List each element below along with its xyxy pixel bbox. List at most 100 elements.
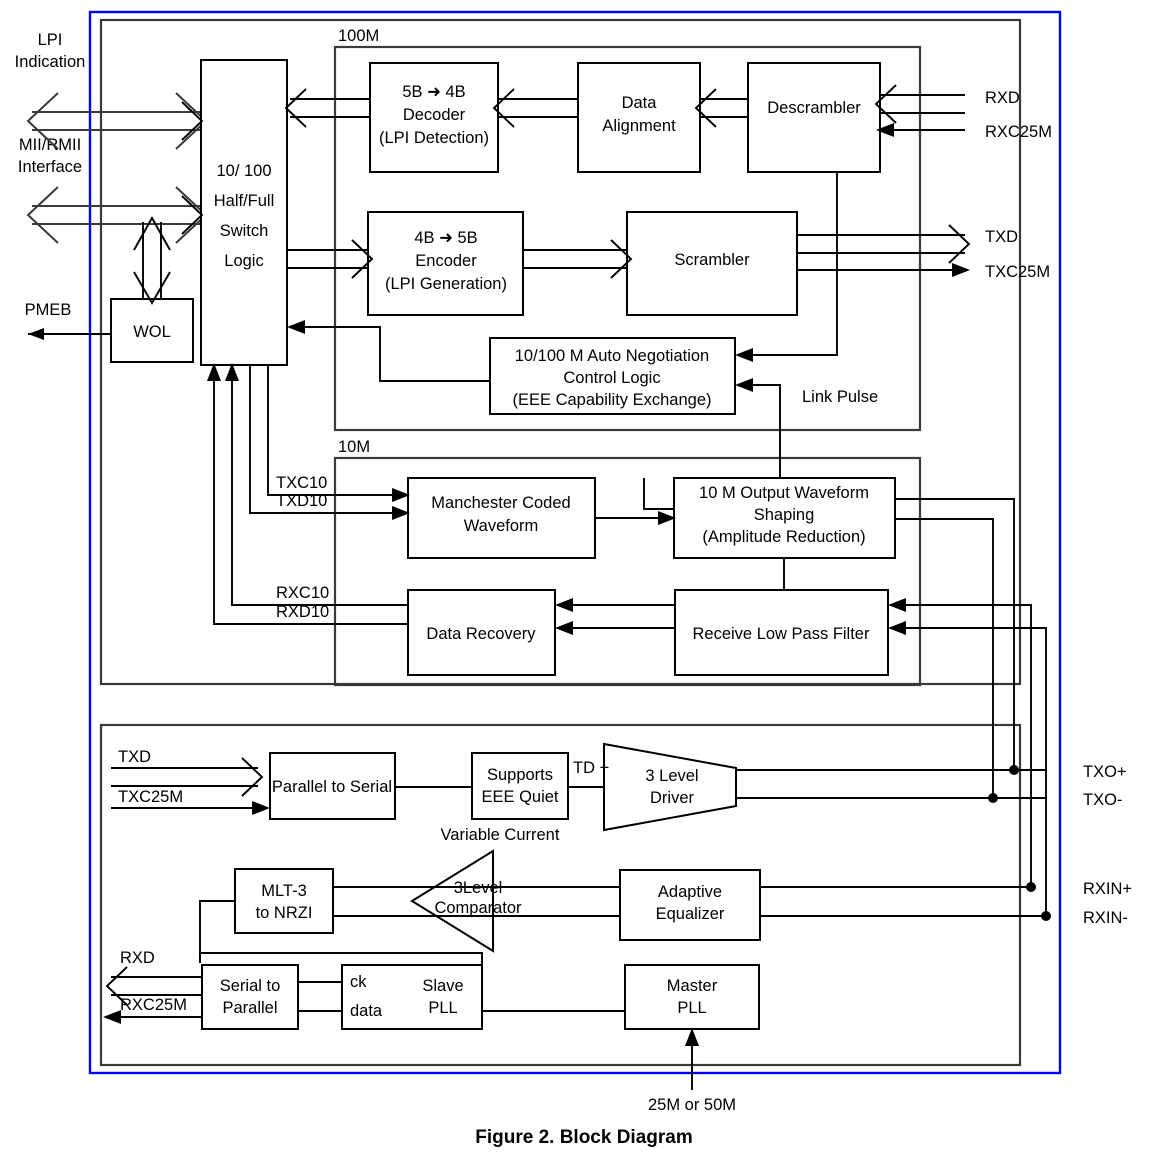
- block-auto-negotiation-line2: Control Logic: [563, 369, 660, 387]
- signal-label-rxd-top: RXD: [985, 89, 1020, 107]
- block-serial-to-parallel-line1: Serial to: [220, 977, 281, 995]
- wire-txo-minus-tap-to-shaping: [895, 518, 994, 798]
- label-10m: 10M: [338, 438, 370, 456]
- junction-dot-txo-plus: [1009, 765, 1019, 775]
- bus-descrambler-to-alignment: [694, 88, 748, 128]
- block-output-waveform-line3: (Amplitude Reduction): [702, 528, 865, 546]
- signal-label-rxc10: RXC10: [276, 584, 329, 602]
- block-eee-quiet-line2: EEE Quiet: [481, 788, 558, 806]
- block-manchester-line2: Waveform: [464, 517, 539, 535]
- wire-rxin-minus-tap-to-lpf: [888, 621, 1047, 916]
- port-label-pmeb: PMEB: [25, 301, 72, 319]
- block-descrambler: [747, 62, 881, 173]
- signal-label-rxc25m-bottom: RXC25M: [120, 996, 187, 1014]
- block-parallel-to-serial-label: Parallel to Serial: [272, 778, 392, 796]
- bus-switch-to-encoder: [287, 239, 374, 279]
- block-data-alignment-line1: Data: [622, 94, 658, 112]
- block-5b-4b-decoder-line1: 5B ➜ 4B: [402, 83, 465, 101]
- block-3-level-driver-line2: Driver: [650, 789, 695, 807]
- block-slave-pll-line2: PLL: [428, 999, 457, 1017]
- figure-caption: Figure 2. Block Diagram: [475, 1127, 693, 1148]
- block-switch-logic-line1: 10/ 100: [216, 162, 271, 180]
- bus-txd-output: [797, 224, 971, 264]
- wire-rxin-plus-tap-to-lpf: [888, 598, 1032, 887]
- junction-dot-txo-minus: [988, 793, 998, 803]
- block-switch-logic: [200, 59, 288, 366]
- block-3-level-comparator-line2: Comparator: [434, 899, 522, 917]
- signal-label-rxin-minus: RXIN-: [1083, 909, 1128, 927]
- port-label-mii-line1: MII/RMII: [19, 136, 81, 154]
- port-label-lpi-line2: Indication: [15, 53, 86, 71]
- block-slave-pll-line1: Slave: [422, 977, 463, 995]
- port-label-mii-line2: Interface: [18, 158, 82, 176]
- signal-pmeb-out: [28, 328, 111, 340]
- block-mlt3-line1: MLT-3: [261, 882, 307, 900]
- block-auto-negotiation-line1: 10/100 M Auto Negotiation: [515, 347, 709, 365]
- block-diagram-figure: 100M 10M LPI Indication MII/RMII Interfa…: [0, 0, 1169, 1160]
- signal-label-rxin-plus: RXIN+: [1083, 880, 1132, 898]
- signal-label-txd10: TXD10: [276, 492, 327, 510]
- wire-manchester-to-shaping: [595, 511, 676, 525]
- bus-mii-rmii-interface: [26, 186, 208, 244]
- signal-label-txc25m-bottom: TXC25M: [118, 788, 183, 806]
- junction-dot-rxin-plus: [1026, 882, 1036, 892]
- bus-wol-switch-logic: [133, 216, 171, 305]
- label-variable-current: Variable Current: [441, 826, 560, 844]
- signal-clock-source: [685, 1028, 699, 1090]
- wire-txo-plus-tap-to-shaping: [895, 498, 1015, 770]
- block-output-waveform-line1: 10 M Output Waveform: [699, 484, 869, 502]
- block-eee-quiet-line1: Supports: [487, 766, 553, 784]
- block-master-pll-line1: Master: [667, 977, 718, 995]
- block-supports-eee-quiet: [471, 752, 569, 820]
- block-3-level-driver-line1: 3 Level: [645, 767, 698, 785]
- block-adaptive-equalizer-line1: Adaptive: [658, 883, 722, 901]
- block-data-alignment-line2: Alignment: [602, 117, 676, 135]
- block-5b-4b-decoder-line3: (LPI Detection): [379, 129, 489, 147]
- signal-label-txc25m-top: TXC25M: [985, 263, 1050, 281]
- signal-label-link-pulse: Link Pulse: [802, 388, 878, 406]
- signal-label-txc10: TXC10: [276, 474, 327, 492]
- block-master-pll-line2: PLL: [677, 999, 706, 1017]
- block-descrambler-label: Descrambler: [767, 99, 861, 117]
- signal-label-txo-plus: TXO+: [1083, 763, 1127, 781]
- block-3-level-comparator-line1: 3Level: [454, 879, 503, 897]
- block-switch-logic-line2: Half/Full: [214, 192, 275, 210]
- signal-label-td-plus: TD +: [573, 759, 609, 777]
- block-slave-pll-pin-data: data: [350, 1002, 383, 1020]
- block-mlt3-line2: to NRZI: [256, 904, 313, 922]
- bus-decoder-to-switch: [284, 88, 370, 128]
- block-4b-5b-encoder-line3: (LPI Generation): [385, 275, 507, 293]
- block-output-waveform-line2: Shaping: [754, 506, 815, 524]
- port-label-lpi-line1: LPI: [38, 31, 63, 49]
- signal-label-rxd-bottom: RXD: [120, 949, 155, 967]
- block-scrambler-label: Scrambler: [674, 251, 750, 269]
- signal-txc25m-output: [797, 263, 970, 277]
- signal-label-txd-top: TXD: [985, 228, 1018, 246]
- bus-alignment-to-decoder: [492, 88, 578, 128]
- block-3-level-driver: [603, 742, 737, 832]
- block-auto-negotiation-line3: (EEE Capability Exchange): [512, 391, 711, 409]
- block-5b-4b-decoder-line2: Decoder: [403, 106, 466, 124]
- block-switch-logic-line3: Switch: [220, 222, 269, 240]
- bus-encoder-to-scrambler: [523, 239, 633, 279]
- signal-label-txd-bottom: TXD: [118, 748, 151, 766]
- signal-txd10: [249, 365, 410, 520]
- bus-lpf-to-data-recovery: [555, 598, 675, 635]
- block-4b-5b-encoder-line2: Encoder: [415, 252, 477, 270]
- block-serial-to-parallel: [201, 964, 299, 1030]
- block-manchester-line1: Manchester Coded: [431, 494, 570, 512]
- junction-dot-rxin-minus: [1041, 911, 1051, 921]
- block-wol-label: WOL: [133, 323, 171, 341]
- label-100m: 100M: [338, 27, 379, 45]
- block-serial-to-parallel-line2: Parallel: [222, 999, 277, 1017]
- signal-label-rxc25m-top: RXC25M: [985, 123, 1052, 141]
- block-switch-logic-line4: Logic: [224, 252, 263, 270]
- block-mlt3-to-nrzi: [234, 868, 334, 934]
- signal-label-rxd10: RXD10: [276, 603, 329, 621]
- block-master-pll: [624, 964, 760, 1030]
- signal-label-txo-minus: TXO-: [1083, 791, 1122, 809]
- block-slave-pll-pin-ck: ck: [350, 973, 367, 991]
- wire-autoneg-to-switch: [287, 320, 490, 382]
- block-receive-lpf-label: Receive Low Pass Filter: [693, 625, 870, 643]
- block-4b-5b-encoder-line1: 4B ➜ 5B: [414, 229, 477, 247]
